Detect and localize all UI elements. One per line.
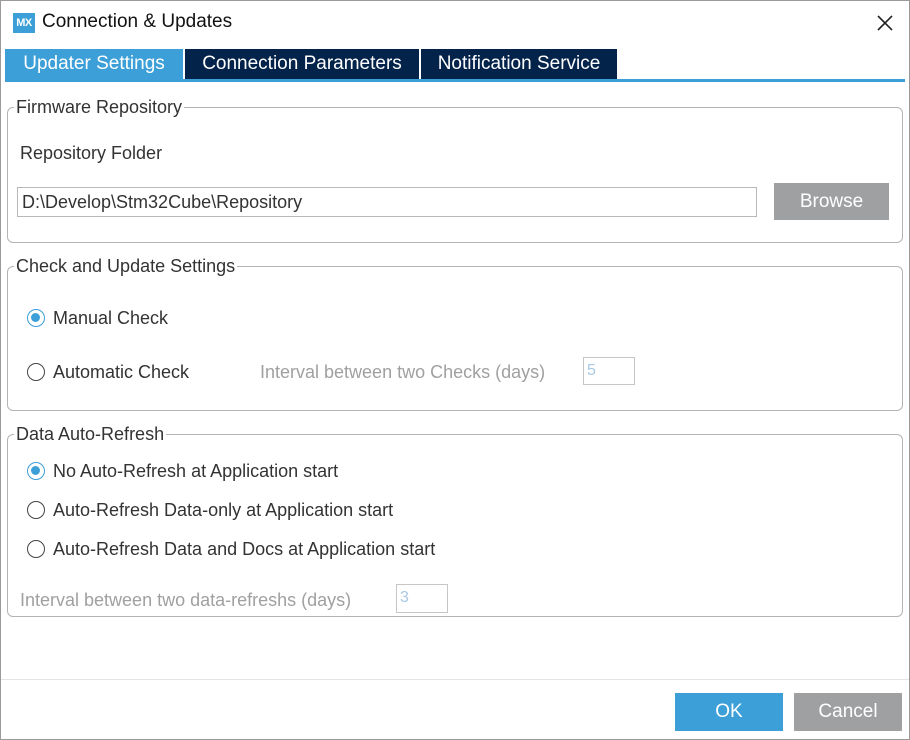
automatic-check-radio[interactable] bbox=[27, 363, 45, 381]
tab-bar: Updater Settings Connection Parameters N… bbox=[5, 49, 905, 82]
close-icon bbox=[877, 15, 893, 31]
footer-divider bbox=[1, 679, 909, 680]
auto-refresh-data-only-label[interactable]: Auto-Refresh Data-only at Application st… bbox=[53, 500, 393, 521]
tab-connection-parameters[interactable]: Connection Parameters bbox=[185, 49, 419, 79]
no-auto-refresh-label[interactable]: No Auto-Refresh at Application start bbox=[53, 461, 338, 482]
tab-notification-service[interactable]: Notification Service bbox=[421, 49, 617, 79]
refresh-interval-label: Interval between two data-refreshs (days… bbox=[20, 590, 352, 610]
check-interval-input[interactable]: 5 bbox=[583, 357, 635, 385]
check-interval-label: Interval between two Checks (days) bbox=[260, 362, 546, 382]
refresh-interval-input[interactable]: 3 bbox=[396, 584, 448, 613]
auto-refresh-data-only-radio[interactable] bbox=[27, 501, 45, 519]
firmware-repository-group: Firmware Repository bbox=[7, 97, 903, 243]
data-auto-refresh-legend: Data Auto-Refresh bbox=[16, 424, 165, 444]
repository-folder-input[interactable]: D:\Develop\Stm32Cube\Repository bbox=[17, 187, 757, 217]
auto-refresh-data-docs-label[interactable]: Auto-Refresh Data and Docs at Applicatio… bbox=[53, 539, 435, 560]
dialog-window: MX Connection & Updates Updater Settings… bbox=[0, 0, 910, 740]
automatic-check-label[interactable]: Automatic Check bbox=[53, 362, 189, 383]
firmware-repository-legend: Firmware Repository bbox=[16, 97, 183, 117]
title-bar: MX Connection & Updates bbox=[1, 1, 909, 45]
browse-button[interactable]: Browse bbox=[774, 183, 889, 220]
check-update-settings-legend: Check and Update Settings bbox=[16, 256, 236, 276]
repository-folder-label: Repository Folder bbox=[20, 143, 163, 163]
check-update-settings-group: Check and Update Settings bbox=[7, 256, 903, 411]
ok-button[interactable]: OK bbox=[675, 693, 783, 731]
manual-check-label[interactable]: Manual Check bbox=[53, 308, 168, 329]
tab-updater-settings[interactable]: Updater Settings bbox=[5, 49, 183, 79]
auto-refresh-data-docs-radio[interactable] bbox=[27, 540, 45, 558]
stm32cubemx-logo-icon: MX bbox=[13, 13, 35, 33]
no-auto-refresh-radio[interactable] bbox=[27, 462, 45, 480]
close-button[interactable] bbox=[871, 9, 899, 37]
window-title: Connection & Updates bbox=[42, 11, 233, 32]
manual-check-radio[interactable] bbox=[27, 309, 45, 327]
cancel-button[interactable]: Cancel bbox=[794, 693, 902, 731]
